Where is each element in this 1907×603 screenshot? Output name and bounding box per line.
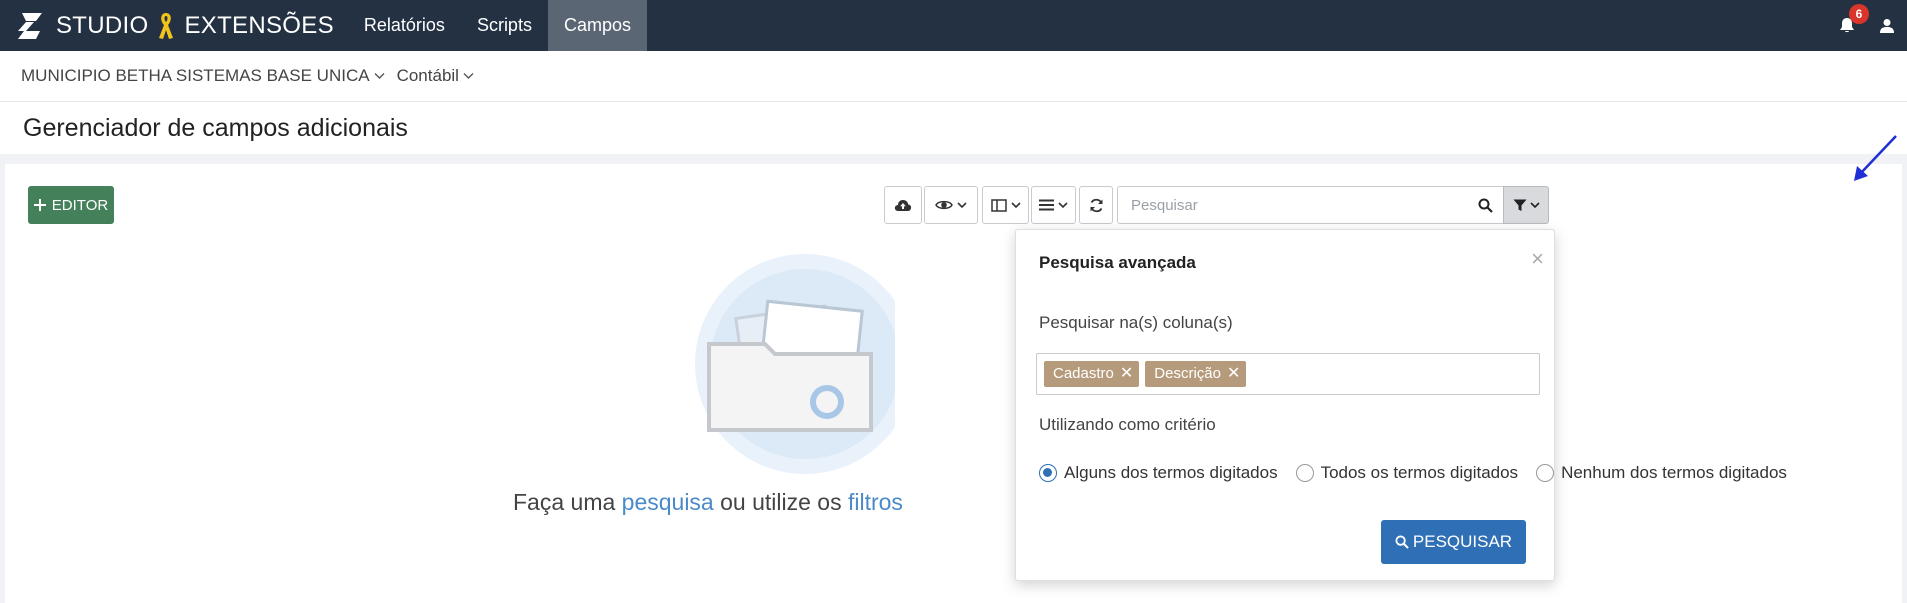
page-title: Gerenciador de campos adicionais — [23, 113, 408, 142]
entity-label: MUNICIPIO BETHA SISTEMAS BASE UNICA — [21, 66, 370, 85]
system-selector[interactable]: Contábil — [397, 66, 474, 86]
user-icon — [1880, 18, 1894, 33]
system-label: Contábil — [396, 66, 459, 85]
criteria-option-label: Alguns dos termos digitados — [1064, 463, 1278, 482]
columns-label: Pesquisar na(s) coluna(s) — [1039, 313, 1233, 332]
nav-item-scripts[interactable]: Scripts — [461, 0, 548, 51]
cloud-upload-icon — [894, 200, 912, 211]
criteria-option-all[interactable]: Todos os termos digitados — [1295, 463, 1519, 483]
empty-state-message: Faça uma pesquisa ou utilize os filtros — [513, 489, 903, 516]
plus-icon — [33, 199, 46, 211]
empty-folder-illustration — [695, 254, 895, 474]
nav-item-relatorios[interactable]: Relatórios — [348, 0, 461, 51]
nav-item-campos[interactable]: Campos — [547, 0, 647, 51]
content-panel: EDITOR Pesquisar Faça uma pesquisa ou ut… — [5, 164, 1902, 603]
editor-button[interactable]: EDITOR — [28, 186, 114, 224]
studio-logo-icon — [18, 12, 42, 39]
top-navbar: STUDIO EXTENSÕES Relatórios Scripts Camp… — [0, 0, 1907, 51]
search-icon — [1478, 198, 1493, 213]
navbar-actions: 6 — [1827, 0, 1907, 51]
remove-tag-icon[interactable]: ✕ — [1227, 361, 1240, 387]
refresh-icon — [1090, 198, 1102, 212]
column-tag-label: Cadastro — [1053, 365, 1114, 382]
criteria-option-label: Nenhum dos termos digitados — [1561, 463, 1787, 482]
list-icon — [1039, 199, 1054, 211]
chevron-down-icon — [463, 73, 474, 79]
brand-studio-text: STUDIO — [56, 11, 149, 39]
user-menu-button[interactable] — [1867, 0, 1907, 51]
filter-icon — [1513, 199, 1526, 211]
search-link[interactable]: pesquisa — [622, 489, 714, 515]
eye-icon — [935, 200, 953, 210]
context-bar: MUNICIPIO BETHA SISTEMAS BASE UNICA Cont… — [0, 51, 1907, 102]
notifications-badge: 6 — [1849, 4, 1869, 24]
editor-button-label: EDITOR — [51, 196, 109, 214]
column-tag-label: Descrição — [1154, 365, 1221, 382]
chevron-down-icon — [1058, 201, 1068, 208]
list-options-button[interactable] — [1031, 186, 1076, 224]
criteria-option-label: Todos os termos digitados — [1320, 463, 1519, 482]
column-tag-descricao: Descrição ✕ — [1145, 361, 1247, 387]
refresh-button[interactable] — [1079, 186, 1113, 224]
yellow-ribbon-icon — [159, 12, 174, 39]
criteria-radio-group: Alguns dos termos digitados Todos os ter… — [1039, 463, 1787, 483]
advanced-search-popover: Pesquisa avançada × Pesquisar na(s) colu… — [1015, 229, 1787, 581]
empty-text-middle: ou utilize os — [713, 489, 848, 515]
chevron-down-icon — [374, 73, 385, 79]
empty-text-before: Faça uma — [513, 489, 622, 515]
submit-label: PESQUISAR — [1412, 532, 1513, 551]
search-input[interactable] — [1117, 186, 1469, 224]
radio-unchecked-icon[interactable] — [1295, 464, 1314, 482]
radio-unchecked-icon[interactable] — [1536, 464, 1555, 482]
annotation-arrow-icon — [1854, 135, 1897, 181]
brand[interactable]: STUDIO EXTENSÕES — [0, 0, 334, 51]
criteria-option-some[interactable]: Alguns dos termos digitados — [1039, 463, 1278, 483]
columns-button[interactable] — [982, 186, 1029, 224]
filters-link[interactable]: filtros — [848, 489, 903, 515]
radio-checked-icon[interactable] — [1039, 464, 1057, 482]
chevron-down-icon — [1010, 201, 1021, 208]
criteria-option-none[interactable]: Nenhum dos termos digitados — [1536, 463, 1787, 483]
remove-tag-icon[interactable]: ✕ — [1120, 361, 1133, 387]
cloud-upload-button[interactable] — [884, 186, 922, 224]
advanced-search-submit-button[interactable]: PESQUISAR — [1381, 520, 1526, 564]
advanced-filter-button[interactable] — [1503, 186, 1549, 224]
search-icon — [1395, 535, 1409, 549]
close-icon[interactable]: × — [1531, 246, 1544, 272]
entity-selector[interactable]: MUNICIPIO BETHA SISTEMAS BASE UNICA — [21, 66, 385, 86]
main-nav: Relatórios Scripts Campos — [348, 0, 647, 51]
columns-tag-input[interactable]: Cadastro ✕ Descrição ✕ — [1036, 353, 1540, 395]
column-tag-cadastro: Cadastro ✕ — [1044, 361, 1140, 387]
search-button[interactable] — [1468, 186, 1504, 224]
brand-extensions-text: EXTENSÕES — [184, 11, 334, 39]
notifications-button[interactable]: 6 — [1827, 0, 1869, 51]
criteria-label: Utilizando como critério — [1039, 415, 1216, 434]
visibility-button[interactable] — [924, 186, 978, 224]
chevron-down-icon — [1529, 201, 1540, 208]
chevron-down-icon — [957, 201, 967, 208]
title-bar: Gerenciador de campos adicionais — [0, 102, 1907, 154]
advanced-search-title: Pesquisa avançada — [1039, 253, 1196, 272]
columns-icon — [990, 198, 1007, 212]
